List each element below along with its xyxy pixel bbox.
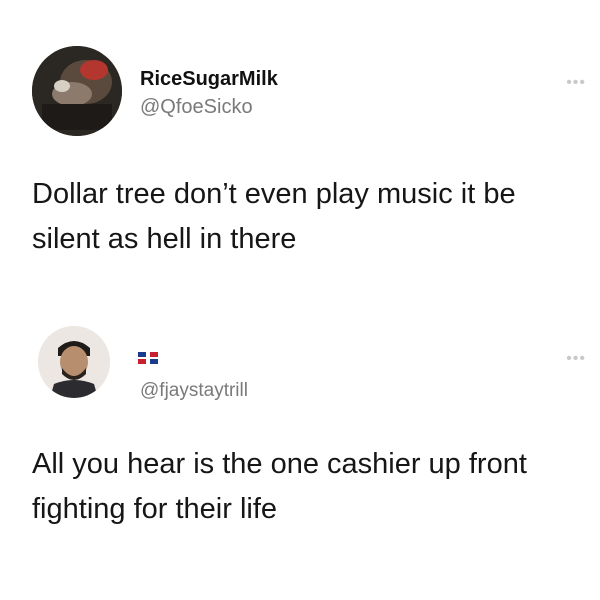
avatar-image: [38, 326, 110, 398]
avatar[interactable]: [38, 326, 110, 398]
avatar[interactable]: [32, 46, 122, 136]
avatar-image: [32, 46, 122, 136]
more-dots-icon[interactable]: •••: [566, 350, 586, 368]
more-dots-icon[interactable]: •••: [566, 74, 586, 92]
user-handle[interactable]: @fjaystaytrill: [140, 380, 248, 402]
tweet-text: All you hear is the one cashier up front…: [32, 448, 527, 525]
display-name[interactable]: RiceSugarMilk: [140, 68, 278, 91]
tweet-text: Dollar tree don’t even play music it be …: [32, 178, 516, 255]
user-handle[interactable]: @QfoeSicko: [140, 96, 253, 119]
flag-icon: [138, 352, 158, 364]
